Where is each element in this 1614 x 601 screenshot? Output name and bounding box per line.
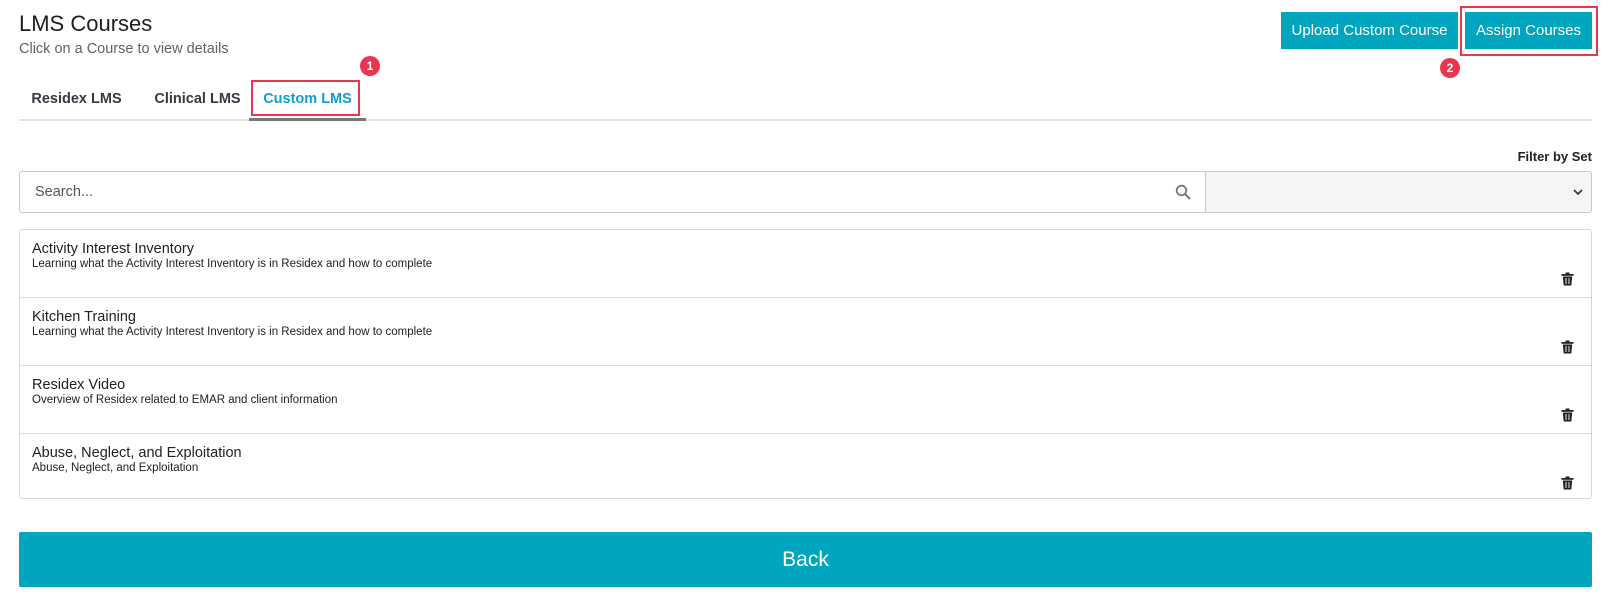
search-box [19, 171, 1206, 213]
course-title: Abuse, Neglect, and Exploitation [32, 445, 242, 461]
course-item[interactable]: Residex Video Overview of Residex relate… [20, 366, 1591, 434]
course-description: Abuse, Neglect, and Exploitation [32, 462, 199, 474]
course-description: Learning what the Activity Interest Inve… [32, 258, 433, 270]
course-item[interactable]: Abuse, Neglect, and Exploitation Abuse, … [20, 434, 1591, 501]
annotation-marker-2: 2 [1440, 58, 1460, 78]
page-subtitle: Click on a Course to view details [19, 41, 229, 57]
filter-by-set-label: Filter by Set [1517, 149, 1592, 164]
course-title: Kitchen Training [32, 309, 136, 325]
course-item[interactable]: Kitchen Training Learning what the Activ… [20, 298, 1591, 366]
course-title: Residex Video [32, 377, 126, 393]
tab-custom-lms[interactable]: Custom LMS [249, 82, 366, 115]
search-icon[interactable] [1175, 184, 1191, 200]
tab-clinical-lms[interactable]: Clinical LMS [145, 82, 250, 115]
course-description: Learning what the Activity Interest Inve… [32, 326, 433, 338]
course-item[interactable]: Activity Interest Inventory Learning wha… [20, 230, 1591, 298]
trash-icon[interactable] [1561, 476, 1574, 490]
annotation-marker-1: 1 [360, 56, 380, 76]
course-tabs: Residex LMS Clinical LMS Custom LMS [19, 82, 1592, 121]
back-button[interactable]: Back [19, 532, 1592, 587]
page-title: LMS Courses [19, 11, 153, 36]
filter-by-set-select[interactable] [1205, 171, 1592, 213]
active-tab-indicator [249, 118, 366, 121]
search-input[interactable] [20, 172, 1150, 212]
course-title: Activity Interest Inventory [32, 241, 194, 257]
chevron-down-icon [1573, 189, 1583, 196]
upload-custom-course-button[interactable]: Upload Custom Course [1281, 12, 1458, 49]
tab-residex-lms[interactable]: Residex LMS [19, 82, 134, 115]
assign-courses-button[interactable]: Assign Courses [1465, 12, 1592, 49]
course-description: Overview of Residex related to EMAR and … [32, 394, 338, 406]
trash-icon[interactable] [1561, 272, 1574, 286]
trash-icon[interactable] [1561, 340, 1574, 354]
course-list: Activity Interest Inventory Learning wha… [19, 229, 1592, 499]
trash-icon[interactable] [1561, 408, 1574, 422]
